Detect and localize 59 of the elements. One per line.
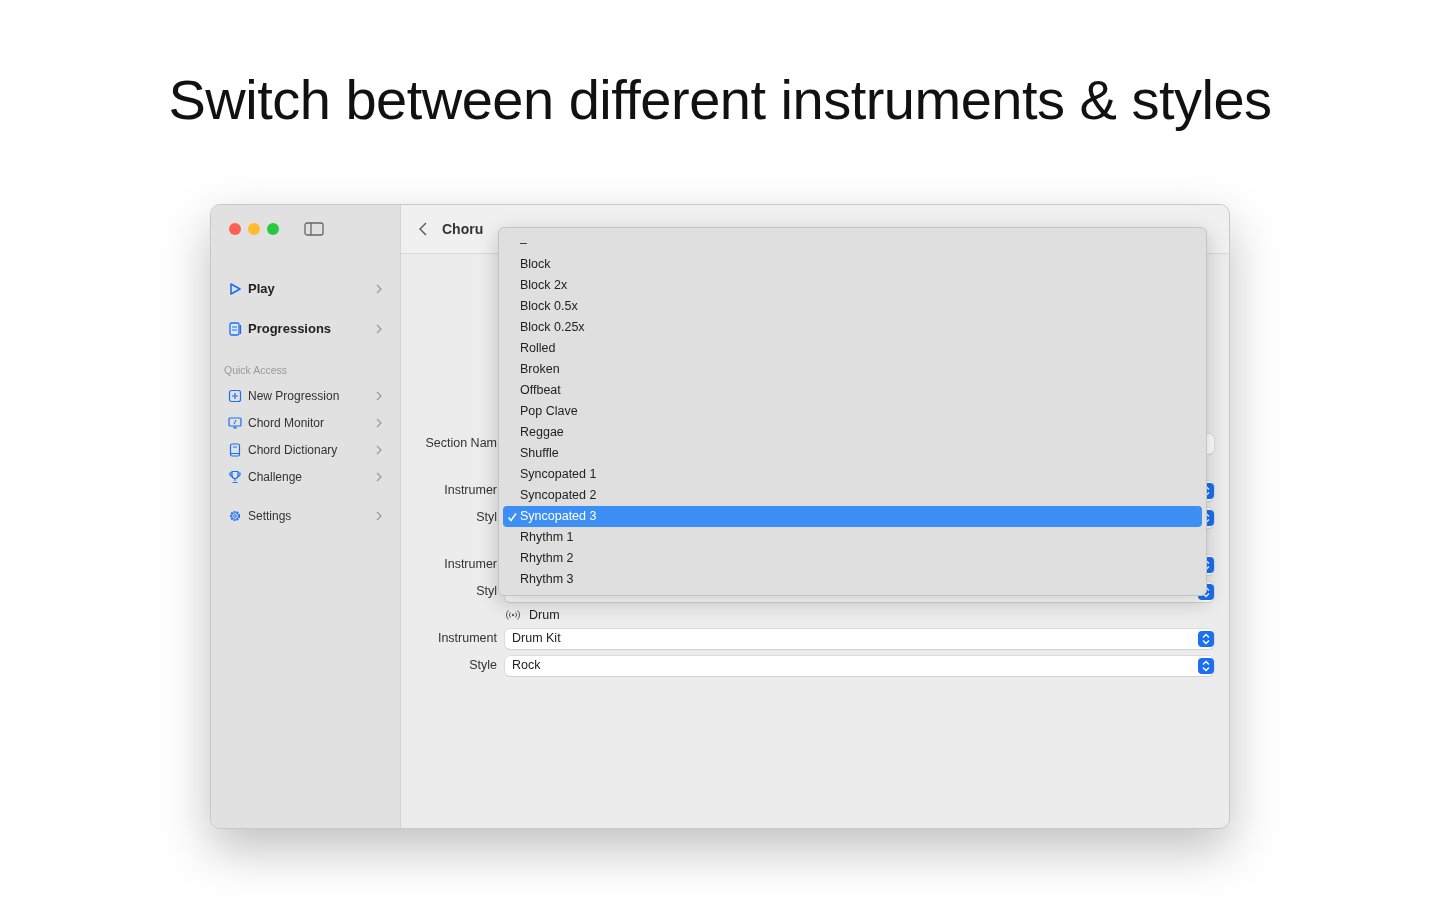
group-heading: Drum (529, 606, 560, 624)
sidebar-item[interactable]: Chord Monitor (224, 409, 387, 437)
menu-item[interactable]: Block 2x (503, 275, 1202, 296)
window-control-dot[interactable] (267, 223, 279, 235)
menu-item[interactable]: Block 0.5x (503, 296, 1202, 317)
menu-item[interactable]: Rhythm 1 (503, 527, 1202, 548)
menu-item[interactable]: Pop Clave (503, 401, 1202, 422)
field-label: Section Nam (424, 435, 497, 453)
popup-button[interactable]: Rock (505, 655, 1214, 676)
broadcast-icon (505, 609, 521, 621)
chevron-right-icon (375, 391, 383, 402)
chevron-right-icon (375, 472, 383, 483)
section-heading: Quick Access (224, 363, 289, 378)
window-control-dot[interactable] (248, 223, 260, 235)
field-label: Instrumer (443, 482, 497, 500)
sidebar-toggle-icon[interactable] (304, 221, 324, 237)
sidebar-item[interactable]: New Progression (224, 382, 387, 410)
menu-item[interactable]: Reggae (503, 422, 1202, 443)
field-label: Styl (475, 583, 497, 601)
menu-item[interactable]: Shuffle (503, 443, 1202, 464)
back-icon[interactable] (418, 222, 428, 236)
plus-square-icon (228, 389, 242, 404)
menu-item[interactable]: Syncopated 2 (503, 485, 1202, 506)
sidebar-item[interactable]: Chord Dictionary (224, 436, 387, 464)
trophy-icon (228, 470, 242, 485)
menu-item[interactable]: Rolled (503, 338, 1202, 359)
field-value: Drum Kit (512, 630, 561, 648)
field-label: Instrumer (443, 556, 497, 574)
chevron-right-icon (375, 284, 383, 294)
menu-item[interactable]: Block (503, 254, 1202, 275)
document-stack-icon (228, 322, 242, 336)
menu-item[interactable]: Offbeat (503, 380, 1202, 401)
field-label: Styl (475, 509, 497, 527)
popup-button[interactable]: Drum Kit (505, 628, 1214, 649)
chevron-right-icon (375, 324, 383, 334)
checkmark-icon (507, 511, 517, 522)
field-label: Style (468, 657, 497, 675)
sidebar-item[interactable]: Challenge (224, 463, 387, 491)
chevron-right-icon (375, 445, 383, 456)
field-value: Rock (512, 657, 541, 675)
sidebar-item[interactable]: Settings (224, 502, 387, 530)
menu-item[interactable]: Broken (503, 359, 1202, 380)
menu-item[interactable]: Rhythm 3 (503, 569, 1202, 590)
page-heading: Switch between different instruments & styles (167, 67, 1273, 133)
menu-item[interactable]: Syncopated 1 (503, 464, 1202, 485)
menu-item[interactable]: Rhythm 2 (503, 548, 1202, 569)
chevron-right-icon (375, 511, 383, 522)
chevron-right-icon (375, 418, 383, 429)
menu-item[interactable]: Block 0.25x (503, 317, 1202, 338)
book-icon (228, 443, 242, 458)
window-control-dot[interactable] (229, 223, 241, 235)
sidebar-item[interactable]: Play (224, 269, 387, 309)
menu-item[interactable]: – (503, 233, 1202, 254)
monitor-icon (228, 416, 242, 431)
play-icon (228, 282, 242, 296)
field-label: Instrument (436, 630, 497, 648)
toolbar-title: Choru (442, 219, 484, 239)
gear-icon (228, 509, 242, 524)
sidebar-item[interactable]: Progressions (224, 309, 387, 349)
